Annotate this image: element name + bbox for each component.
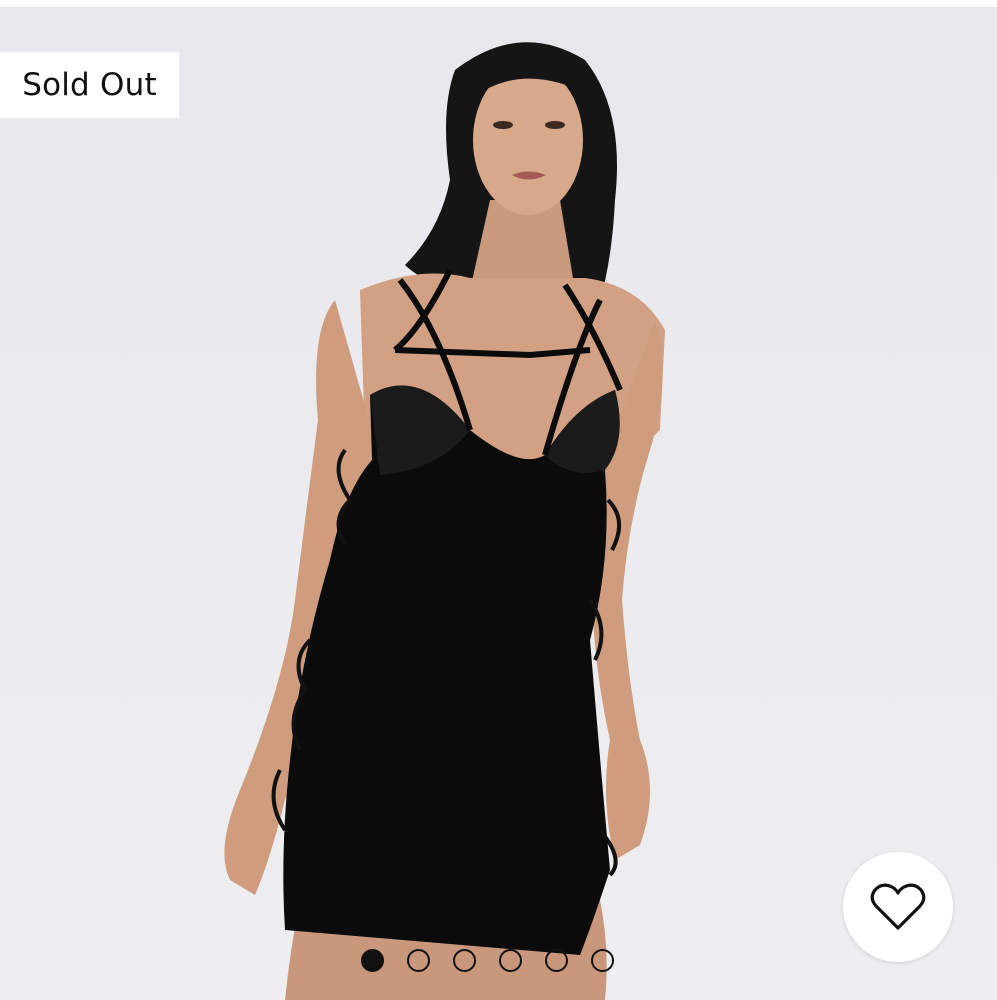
carousel-dot-4[interactable]	[499, 949, 522, 972]
carousel-dot-2[interactable]	[407, 949, 430, 972]
heart-outline-icon	[870, 883, 926, 930]
product-photo[interactable]	[0, 0, 997, 1000]
favorite-button[interactable]	[843, 852, 953, 962]
carousel-dot-1[interactable]	[361, 949, 384, 972]
carousel-dot-5[interactable]	[545, 949, 568, 972]
carousel-pagination[interactable]	[361, 949, 614, 976]
product-image-carousel[interactable]: Sold Out	[0, 0, 997, 1000]
sold-out-badge: Sold Out	[0, 52, 179, 118]
carousel-dot-3[interactable]	[453, 949, 476, 972]
carousel-dot-6[interactable]	[591, 949, 614, 972]
